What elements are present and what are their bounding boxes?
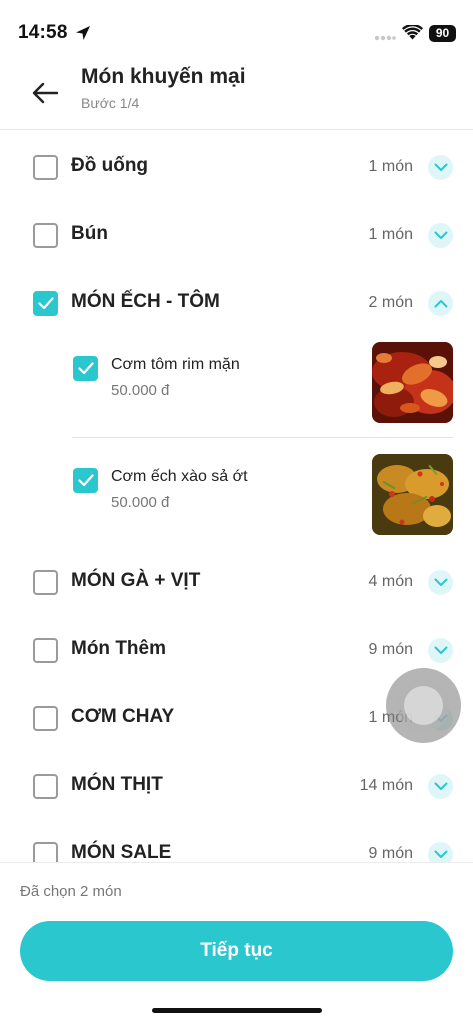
category-count: 4 món (368, 573, 413, 590)
chevron-down-icon (434, 231, 447, 239)
page-title: Món khuyến mại (81, 65, 246, 88)
expand-toggle[interactable] (428, 223, 453, 248)
category-row-mon-them[interactable]: Món Thêm 9 món (0, 614, 473, 682)
dish-checkbox[interactable] (73, 356, 98, 381)
checkmark-icon (77, 362, 94, 375)
category-checkbox[interactable] (33, 842, 58, 862)
category-checkbox[interactable] (33, 155, 58, 180)
dish-row[interactable]: Cơm tôm rim mặn 50.000 đ (72, 342, 453, 438)
assistive-touch-button[interactable] (386, 668, 461, 743)
collapse-toggle[interactable] (428, 291, 453, 316)
dish-image (372, 342, 453, 423)
page-header: Món khuyến mại Bước 1/4 (0, 60, 473, 130)
category-name: Món Thêm (71, 638, 166, 659)
dish-name: Cơm tôm rim mặn (111, 356, 240, 373)
category-checkbox[interactable] (33, 638, 58, 663)
category-row-bun[interactable]: Bún 1 món (0, 199, 473, 267)
arrow-left-icon (32, 82, 58, 104)
chevron-down-icon (434, 850, 447, 858)
category-row-mon-thit[interactable]: MÓN THỊT 14 món (0, 750, 473, 818)
category-row-mon-ga-vit[interactable]: MÓN GÀ + VỊT 4 món (0, 546, 473, 614)
continue-button[interactable]: Tiếp tục (20, 921, 453, 981)
selected-count: Đã chọn 2 món (20, 883, 122, 900)
chevron-down-icon (434, 578, 447, 586)
chevron-down-icon (434, 646, 447, 654)
category-checkbox[interactable] (33, 291, 58, 316)
location-arrow-icon (76, 26, 90, 40)
checkmark-icon (77, 474, 94, 487)
category-checkbox[interactable] (33, 706, 58, 731)
category-name: MÓN ẾCH - TÔM (71, 291, 220, 312)
dish-divider (72, 437, 453, 438)
chevron-down-icon (434, 163, 447, 171)
category-checkbox[interactable] (33, 570, 58, 595)
category-name: MÓN GÀ + VỊT (71, 570, 201, 591)
category-count: 9 món (368, 845, 413, 862)
bottom-bar: Đã chọn 2 món Tiếp tục (0, 862, 473, 1024)
category-name: Đồ uống (71, 155, 149, 176)
category-count: 1 món (368, 226, 413, 243)
category-name: Bún (71, 223, 108, 244)
category-list[interactable]: Đồ uống 1 món Bún 1 món MÓN ẾCH - TÔM 2 … (0, 131, 473, 862)
category-name: MÓN SALE (71, 842, 172, 862)
wifi-icon (402, 25, 423, 40)
chevron-down-icon (434, 782, 447, 790)
category-name: CƠM CHAY (71, 706, 175, 727)
status-time: 14:58 (18, 22, 68, 43)
battery-indicator: 90 (429, 25, 456, 42)
category-count: 9 món (368, 641, 413, 658)
dish-row[interactable]: Cơm ếch xào sả ớt 50.000 đ (72, 454, 453, 550)
category-count: 1 món (368, 158, 413, 175)
category-count: 2 món (368, 294, 413, 311)
expand-toggle[interactable] (428, 570, 453, 595)
category-checkbox[interactable] (33, 774, 58, 799)
dish-price: 50.000 đ (111, 382, 170, 399)
status-bar: 14:58 90 (0, 0, 473, 60)
dish-name: Cơm ếch xào sả ớt (111, 468, 248, 485)
expand-toggle[interactable] (428, 638, 453, 663)
chevron-up-icon (434, 300, 447, 308)
category-row-mon-ech-tom[interactable]: MÓN ẾCH - TÔM 2 món (0, 267, 473, 335)
step-indicator: Bước 1/4 (81, 95, 140, 111)
category-count: 14 món (359, 777, 413, 794)
signal-dots-icon (374, 35, 396, 41)
dish-price: 50.000 đ (111, 494, 170, 511)
home-indicator[interactable] (152, 1008, 322, 1013)
back-button[interactable] (28, 76, 62, 110)
dish-checkbox[interactable] (73, 468, 98, 493)
category-name: MÓN THỊT (71, 774, 163, 795)
category-checkbox[interactable] (33, 223, 58, 248)
category-row-do-uong[interactable]: Đồ uống 1 món (0, 131, 473, 199)
category-row-mon-sale[interactable]: MÓN SALE 9 món (0, 818, 473, 862)
expand-toggle[interactable] (428, 155, 453, 180)
expand-toggle[interactable] (428, 774, 453, 799)
expand-toggle[interactable] (428, 842, 453, 862)
checkmark-icon (37, 297, 54, 310)
dish-image (372, 454, 453, 535)
